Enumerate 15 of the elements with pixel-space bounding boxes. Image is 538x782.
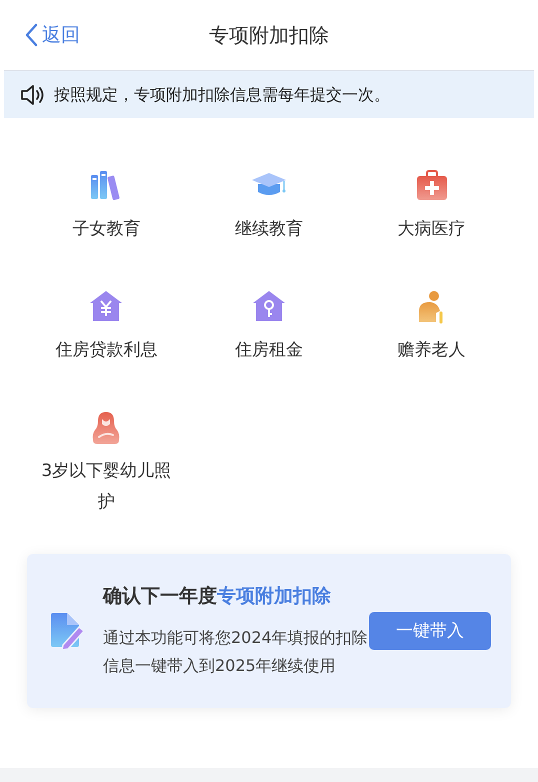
category-item[interactable]: 大病医疗 bbox=[364, 214, 500, 245]
category-item[interactable]: 3岁以下婴幼儿照护 bbox=[38, 456, 174, 518]
import-button[interactable]: 一键带入 bbox=[369, 612, 491, 650]
notice-text: 按照规定，专项附加扣除信息需每年提交一次。 bbox=[54, 84, 390, 106]
page-title: 专项附加扣除 bbox=[209, 22, 329, 49]
category-item[interactable]: 子女教育 bbox=[38, 214, 174, 245]
category-item[interactable]: 继续教育 bbox=[200, 214, 337, 245]
category-item[interactable]: 住房租金 bbox=[200, 335, 337, 366]
card-description: 通过本功能可将您2024年填报的扣除信息一键带入到2025年继续使用 bbox=[103, 627, 369, 678]
back-chevron-icon bbox=[24, 23, 38, 47]
category-item[interactable]: 赡养老人 bbox=[364, 335, 500, 366]
back-link[interactable]: 返回 bbox=[24, 20, 80, 50]
card-title: 确认下一年度专项附加扣除 bbox=[103, 584, 332, 609]
speaker-icon bbox=[20, 84, 46, 106]
category-item[interactable]: 住房贷款利息 bbox=[38, 335, 174, 366]
